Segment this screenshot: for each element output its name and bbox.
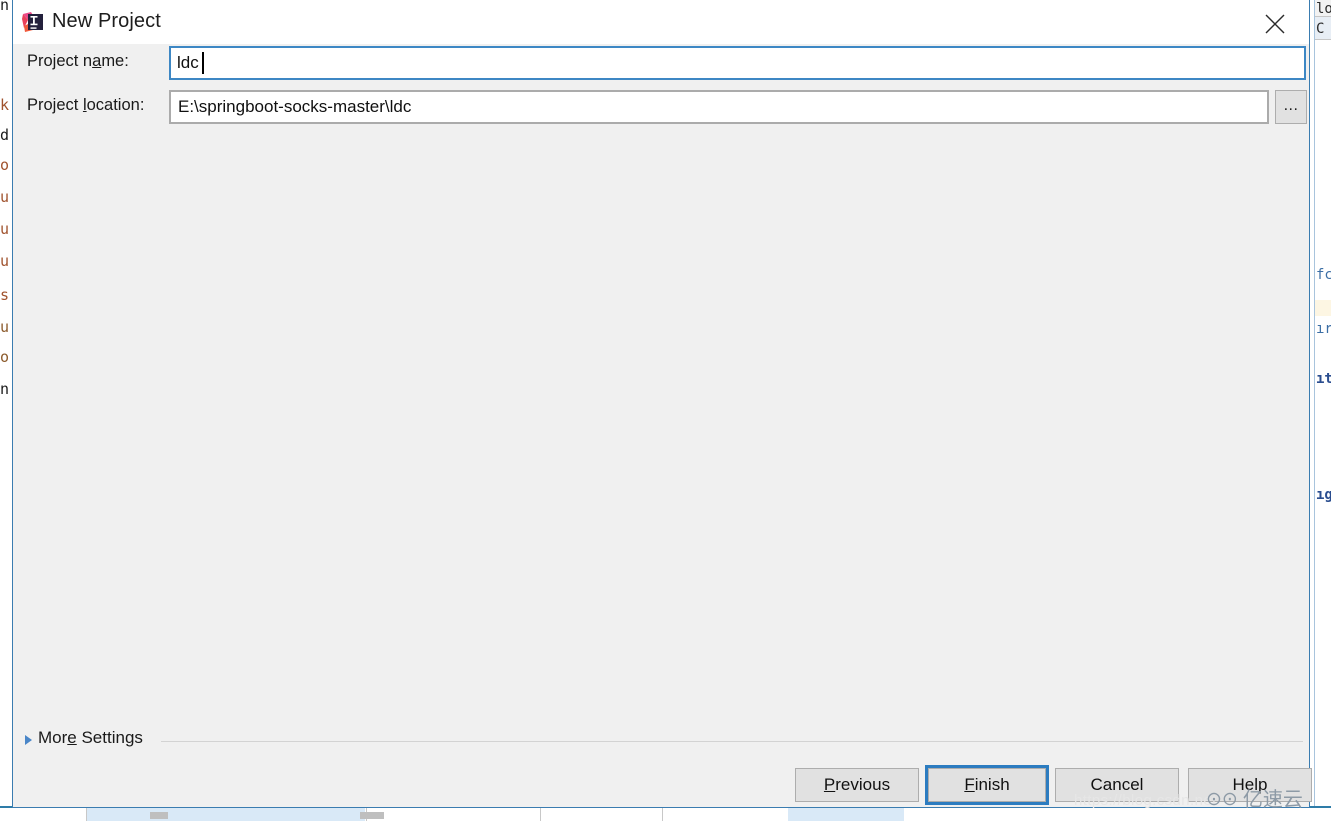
close-icon xyxy=(1265,14,1285,34)
watermark-brand: ⊙⊙ 亿速云 xyxy=(1206,789,1303,809)
bg-right-fragment: lo xyxy=(1316,1,1331,17)
background-editor-left-strip: n k d o u u u s u o n xyxy=(0,0,12,821)
label-text-pre: Project n xyxy=(27,52,93,70)
label-text-post: me: xyxy=(101,52,129,70)
bg-left-fragment: k xyxy=(0,96,10,114)
background-panel-right-strip: lo C fc ır ıt ıg xyxy=(1311,0,1331,821)
bg-left-fragment: d xyxy=(0,126,10,144)
bg-panel-divider xyxy=(1314,0,1315,821)
project-location-label: Project location: xyxy=(27,96,144,115)
bg-left-fragment: u xyxy=(0,318,10,336)
bg-selected-tab xyxy=(788,808,904,821)
new-project-dialog: New Project Project name: ldc Project lo… xyxy=(12,0,1312,808)
bg-icon-stub xyxy=(150,812,168,819)
dialog-title: New Project xyxy=(52,10,161,32)
close-button[interactable] xyxy=(1242,0,1309,44)
cloud-logo-icon: ⊙⊙ xyxy=(1206,788,1238,810)
button-label: inish xyxy=(974,775,1010,794)
label-text-pre: Mor xyxy=(38,728,68,747)
dialog-titlebar: New Project xyxy=(13,0,1309,44)
bg-right-fragment: ır xyxy=(1316,321,1331,337)
bg-left-fragment: n xyxy=(0,0,10,14)
label-text-post: Settings xyxy=(76,728,143,747)
bg-left-fragment: n xyxy=(0,380,10,398)
bg-right-fragment: ıt xyxy=(1316,371,1331,387)
bg-left-fragment: s xyxy=(0,286,10,304)
bg-right-fragment: fc xyxy=(1316,267,1331,283)
bg-right-fragment: C xyxy=(1316,21,1325,37)
bg-selected-tab xyxy=(87,808,365,821)
screen-root: n k d o u u u s u o n lo C fc ır ıt ıg N… xyxy=(0,0,1331,821)
bg-right-fragment: ıg xyxy=(1316,487,1331,503)
project-name-value: ldc xyxy=(177,53,199,72)
chevron-right-icon xyxy=(25,735,32,745)
bg-toolbar-segment xyxy=(662,808,663,821)
more-settings-label: More Settings xyxy=(38,728,143,748)
bg-left-fragment: o xyxy=(0,156,10,174)
bg-warning-band xyxy=(1315,300,1331,316)
button-mnemonic: F xyxy=(964,775,975,794)
finish-button[interactable]: Finish xyxy=(928,768,1046,802)
label-mnemonic: e xyxy=(67,728,77,747)
ellipsis-icon: ... xyxy=(1283,97,1299,114)
text-caret xyxy=(202,52,204,74)
label-mnemonic: a xyxy=(92,52,102,70)
project-location-value: E:\springboot-socks-master\ldc xyxy=(178,97,412,116)
bg-left-fragment: u xyxy=(0,252,10,270)
browse-folder-button[interactable]: ... xyxy=(1275,90,1307,124)
previous-button[interactable]: Previous xyxy=(795,768,919,802)
watermark-url: https://blog.csdn.net xyxy=(1074,792,1217,809)
label-text-post: ocation: xyxy=(86,96,145,114)
bg-toolbar-segment xyxy=(540,808,541,821)
intellij-idea-icon xyxy=(22,11,44,33)
bg-left-fragment: u xyxy=(0,220,10,238)
bg-left-fragment: o xyxy=(0,348,10,366)
project-name-input[interactable]: ldc xyxy=(169,46,1306,80)
button-label: revious xyxy=(835,775,891,794)
button-mnemonic: P xyxy=(823,775,836,794)
project-name-label: Project name: xyxy=(27,52,129,71)
watermark-brand-name: 亿速云 xyxy=(1242,787,1303,811)
bg-icon-stub xyxy=(360,812,384,819)
project-location-input[interactable]: E:\springboot-socks-master\ldc xyxy=(169,90,1269,124)
more-settings-separator xyxy=(161,741,1303,742)
label-text-pre: Project xyxy=(27,96,83,114)
bg-left-fragment: u xyxy=(0,188,10,206)
